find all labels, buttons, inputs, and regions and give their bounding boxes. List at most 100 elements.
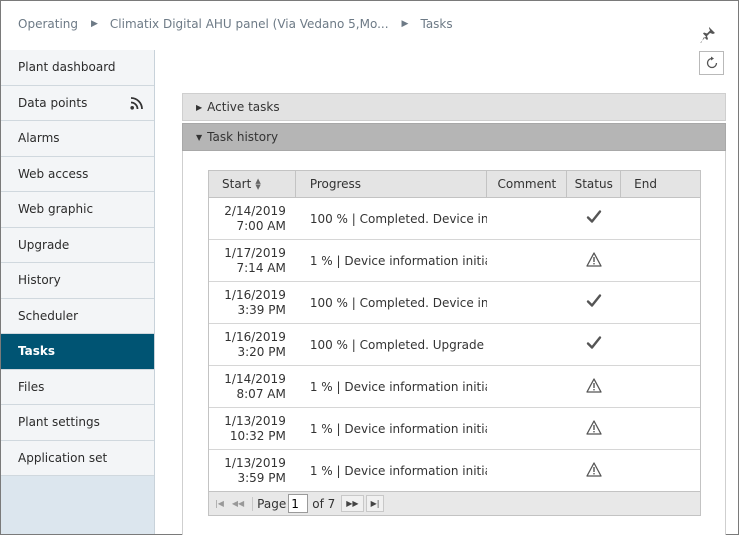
end-cell <box>621 324 700 365</box>
table-row[interactable]: 1/16/2019 3:20 PM 100 % | Completed. Upgra… <box>209 324 700 366</box>
end-cell <box>621 240 700 281</box>
pin-icon[interactable] <box>700 26 716 44</box>
sidebar-item-files[interactable]: Files <box>1 369 154 405</box>
end-cell <box>621 198 700 239</box>
table-row[interactable]: 1/13/2019 3:59 PM 1 % | Device information… <box>209 450 700 492</box>
comment-cell <box>487 450 567 491</box>
sidebar-item-history[interactable]: History <box>1 263 154 299</box>
active-tasks-panel-header[interactable]: ▶ Active tasks <box>182 93 726 121</box>
progress-cell: 100 % | Completed. Device information <box>309 211 488 226</box>
column-header-status[interactable]: Status <box>567 171 622 197</box>
status-cell <box>567 408 621 449</box>
table-row[interactable]: 1/14/2019 8:07 AM 1 % | Device information… <box>209 366 700 408</box>
end-cell <box>621 282 700 323</box>
sidebar-item-tasks[interactable]: Tasks <box>1 334 154 370</box>
last-page-icon[interactable]: ▶| <box>365 495 385 512</box>
start-date: 1/14/2019 <box>224 371 286 386</box>
page-number-input[interactable] <box>288 494 309 513</box>
grid-body: 2/14/2019 7:00 AM 100 % | Completed. Devic… <box>209 198 700 492</box>
sidebar-item-alarms[interactable]: Alarms <box>1 121 154 157</box>
status-cell <box>567 450 621 491</box>
refresh-icon <box>706 56 717 69</box>
end-cell <box>621 408 700 449</box>
progress-cell: 1 % | Device information initialization <box>309 253 488 268</box>
breadcrumb-item-device[interactable]: Climatix Digital AHU panel (Via Vedano 5… <box>110 17 389 31</box>
pager: |◀ ◀◀ Page of 7 ▶▶ ▶| <box>209 491 700 515</box>
sidebar-item-plant-settings[interactable]: Plant settings <box>1 405 154 441</box>
breadcrumb-separator-icon: ▶ <box>91 19 98 29</box>
sort-icon: ▲ ▼ <box>255 177 261 191</box>
comment-cell <box>487 198 567 239</box>
start-cell: 2/14/2019 7:00 AM <box>209 198 296 239</box>
start-time: 8:07 AM <box>236 386 286 401</box>
breadcrumb-separator-icon: ▶ <box>401 19 409 29</box>
start-time: 7:00 AM <box>236 218 286 233</box>
page-count-label: of 7 <box>312 496 336 511</box>
start-cell: 1/16/2019 3:39 PM <box>209 282 296 323</box>
status-cell <box>567 240 621 281</box>
start-cell: 1/16/2019 3:20 PM <box>209 324 296 365</box>
progress-cell: 1 % | Device information initialization <box>309 379 488 394</box>
progress-cell: 100 % | Completed. Device information <box>309 295 488 310</box>
task-history-title: Task history <box>207 130 279 144</box>
column-header-comment[interactable]: Comment <box>487 171 568 197</box>
next-page-icon[interactable]: ▶▶ <box>341 495 364 512</box>
breadcrumb-item-operating[interactable]: Operating <box>18 17 78 31</box>
comment-cell <box>487 282 567 323</box>
table-row[interactable]: 1/13/2019 10:32 PM 1 % | Device informatio… <box>209 408 700 450</box>
refresh-button[interactable] <box>699 51 724 75</box>
start-date: 1/16/2019 <box>224 287 286 302</box>
expand-arrow-icon: ▶ <box>196 102 203 112</box>
column-header-end[interactable]: End <box>621 171 700 197</box>
breadcrumb: Operating ▶ Climatix Digital AHU panel (… <box>18 16 453 32</box>
start-cell: 1/17/2019 7:14 AM <box>209 240 296 281</box>
start-cell: 1/13/2019 3:59 PM <box>209 450 296 491</box>
rss-icon <box>130 96 143 110</box>
status-cell <box>567 282 621 323</box>
table-row[interactable]: 2/14/2019 7:00 AM 100 % | Completed. Devic… <box>209 198 700 240</box>
warning-icon <box>586 461 602 480</box>
start-time: 10:32 PM <box>229 428 286 443</box>
start-time: 3:59 PM <box>237 470 286 485</box>
grid-header-row: Start ▲ ▼ Progress Comment Status End <box>209 171 700 198</box>
start-date: 1/13/2019 <box>224 413 286 428</box>
collapse-arrow-icon: ▼ <box>196 132 203 142</box>
sidebar-item-web-access[interactable]: Web access <box>1 156 154 192</box>
end-cell <box>621 366 700 407</box>
status-cell <box>567 366 621 407</box>
status-cell <box>567 324 621 365</box>
comment-cell <box>487 324 567 365</box>
start-time: 3:39 PM <box>237 302 286 317</box>
start-cell: 1/14/2019 8:07 AM <box>209 366 296 407</box>
start-date: 1/13/2019 <box>224 455 286 470</box>
active-tasks-title: Active tasks <box>207 100 280 114</box>
sidebar: Plant dashboard Data points Alarms Web a… <box>1 50 155 534</box>
column-header-progress[interactable]: Progress <box>296 171 488 197</box>
sidebar-item-scheduler[interactable]: Scheduler <box>1 298 154 334</box>
breadcrumb-item-current: Tasks <box>420 17 453 31</box>
sidebar-item-plant-dashboard[interactable]: Plant dashboard <box>1 50 154 86</box>
table-row[interactable]: 1/16/2019 3:39 PM 100 % | Completed. Devic… <box>209 282 700 324</box>
comment-cell <box>487 366 567 407</box>
start-date: 1/16/2019 <box>224 329 286 344</box>
comment-cell <box>487 240 567 281</box>
task-history-panel-header[interactable]: ▼ Task history <box>182 123 726 151</box>
sidebar-item-data-points[interactable]: Data points <box>1 85 154 121</box>
column-header-start[interactable]: Start ▲ ▼ <box>209 171 296 197</box>
status-cell <box>567 198 621 239</box>
table-row[interactable]: 1/17/2019 7:14 AM 1 % | Device information… <box>209 240 700 282</box>
check-icon <box>586 293 602 312</box>
progress-cell: 1 % | Device information initialization <box>309 421 488 436</box>
sidebar-item-application-set[interactable]: Application set <box>1 440 154 476</box>
warning-icon <box>586 419 602 438</box>
sidebar-item-web-graphic[interactable]: Web graphic <box>1 192 154 228</box>
sidebar-item-upgrade[interactable]: Upgrade <box>1 227 154 263</box>
prev-page-icon[interactable]: ◀◀ <box>232 499 244 508</box>
first-page-icon[interactable]: |◀ <box>215 499 224 508</box>
start-time: 3:20 PM <box>237 344 286 359</box>
pager-divider <box>252 496 254 511</box>
start-time: 7:14 AM <box>236 260 286 275</box>
page-label: Page <box>257 496 287 511</box>
check-icon <box>586 209 602 228</box>
progress-cell: 1 % | Device information initialization <box>309 463 488 478</box>
